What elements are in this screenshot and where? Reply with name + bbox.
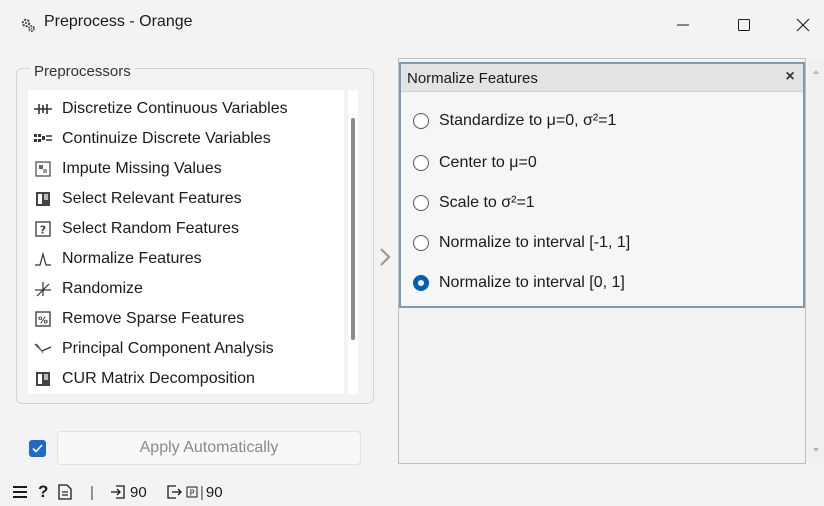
- maximize-button[interactable]: [721, 0, 767, 50]
- list-item-label: Impute Missing Values: [62, 160, 222, 177]
- list-item-label: Randomize: [62, 280, 143, 297]
- normalize-features-header[interactable]: Normalize Features ×: [401, 64, 803, 92]
- window-title: Preprocess - Orange: [44, 13, 193, 30]
- help-icon[interactable]: ?: [38, 482, 48, 502]
- chevron-right-icon: [378, 245, 392, 269]
- list-item-pca[interactable]: Principal Component Analysis: [28, 334, 344, 364]
- list-item-randomize[interactable]: Randomize: [28, 274, 344, 304]
- orange-gears-icon: [20, 17, 36, 33]
- radio-button[interactable]: [413, 113, 429, 129]
- list-item-label: Continuize Discrete Variables: [62, 130, 271, 147]
- radio-button[interactable]: [413, 195, 429, 211]
- impute-icon: [32, 159, 54, 179]
- radio-label: Scale to σ²=1: [439, 194, 535, 211]
- radio-label: Normalize to interval [0, 1]: [439, 274, 625, 291]
- pca-icon: [32, 339, 54, 359]
- svg-text:?: ?: [40, 224, 46, 237]
- report-icon[interactable]: [58, 482, 72, 502]
- radio-center[interactable]: Center to μ=0: [413, 148, 537, 178]
- normalize-features-title: Normalize Features: [407, 70, 538, 87]
- list-item-discretize[interactable]: Discretize Continuous Variables: [28, 94, 344, 124]
- radio-normalize-0-1[interactable]: Normalize to interval [0, 1]: [413, 268, 625, 298]
- maximize-icon: [738, 19, 750, 31]
- preprocessors-group-title: Preprocessors: [30, 63, 135, 80]
- input-data-indicator: 90: [110, 482, 147, 502]
- list-item-label: Principal Component Analysis: [62, 340, 274, 357]
- list-item-normalize[interactable]: Normalize Features: [28, 244, 344, 274]
- checkmark-icon: [32, 444, 43, 453]
- preprocessors-list[interactable]: Discretize Continuous Variables Continui…: [28, 90, 344, 394]
- list-item-continuize[interactable]: Continuize Discrete Variables: [28, 124, 344, 154]
- radio-button[interactable]: [413, 155, 429, 171]
- svg-text:%: %: [38, 316, 48, 327]
- radio-scale[interactable]: Scale to σ²=1: [413, 188, 535, 218]
- radio-button[interactable]: [413, 235, 429, 251]
- radio-standardize[interactable]: Standardize to μ=0, σ²=1: [413, 106, 616, 136]
- list-item-cur[interactable]: CUR Matrix Decomposition: [28, 364, 344, 394]
- cur-icon: [32, 369, 54, 389]
- scroll-arrows-icon: [813, 70, 819, 452]
- output-arrow-icon: [167, 485, 182, 499]
- output-data-indicator: P | 90: [166, 482, 223, 502]
- list-item-label: Normalize Features: [62, 250, 202, 267]
- title-bar: Preprocess - Orange: [0, 0, 824, 50]
- list-item-select-relevant[interactable]: Select Relevant Features: [28, 184, 344, 214]
- list-item-impute[interactable]: Impute Missing Values: [28, 154, 344, 184]
- status-separator: |: [90, 483, 94, 501]
- list-item-select-random[interactable]: ? Select Random Features: [28, 214, 344, 244]
- randomize-icon: [32, 279, 54, 299]
- input-arrow-icon: [111, 485, 125, 499]
- close-icon: [796, 18, 810, 32]
- radio-normalize-minus1-1[interactable]: Normalize to interval [-1, 1]: [413, 228, 630, 258]
- close-button[interactable]: [780, 0, 824, 50]
- minimize-button[interactable]: [660, 0, 706, 50]
- apply-automatically-button[interactable]: Apply Automatically: [57, 431, 361, 465]
- list-item-label: Select Random Features: [62, 220, 239, 237]
- continuize-icon: [32, 129, 54, 149]
- list-item-label: Select Relevant Features: [62, 190, 242, 207]
- minimize-icon: [677, 24, 689, 26]
- apply-automatically-checkbox[interactable]: [29, 440, 46, 457]
- preprocessors-scrollbar-thumb[interactable]: [351, 118, 355, 340]
- hamburger-menu-icon[interactable]: [12, 482, 28, 502]
- list-item-label: Discretize Continuous Variables: [62, 100, 288, 117]
- normalize-icon: [32, 249, 54, 269]
- status-bar: ? | 90 P | 90: [0, 478, 824, 506]
- radio-button-checked[interactable]: [413, 275, 429, 291]
- normalize-features-panel: Normalize Features × Standardize to μ=0,…: [399, 62, 805, 308]
- select-random-icon: ?: [32, 219, 54, 239]
- discretize-icon: [32, 99, 54, 119]
- list-item-label: CUR Matrix Decomposition: [62, 370, 255, 387]
- preprocessor-output-icon: P: [186, 486, 198, 498]
- close-icon[interactable]: ×: [781, 68, 799, 86]
- radio-label: Center to μ=0: [439, 154, 537, 171]
- status-separator: |: [200, 483, 204, 501]
- radio-label: Normalize to interval [-1, 1]: [439, 234, 631, 251]
- input-count: 90: [130, 483, 147, 501]
- output-count: 90: [205, 483, 223, 501]
- radio-label: Standardize to μ=0, σ²=1: [439, 112, 617, 129]
- select-relevant-icon: [32, 189, 54, 209]
- list-item-label: Remove Sparse Features: [62, 310, 245, 327]
- svg-text:P: P: [190, 489, 195, 498]
- list-item-remove-sparse[interactable]: % Remove Sparse Features: [28, 304, 344, 334]
- pipeline-scrollbar[interactable]: [808, 58, 824, 464]
- remove-sparse-icon: %: [32, 309, 54, 329]
